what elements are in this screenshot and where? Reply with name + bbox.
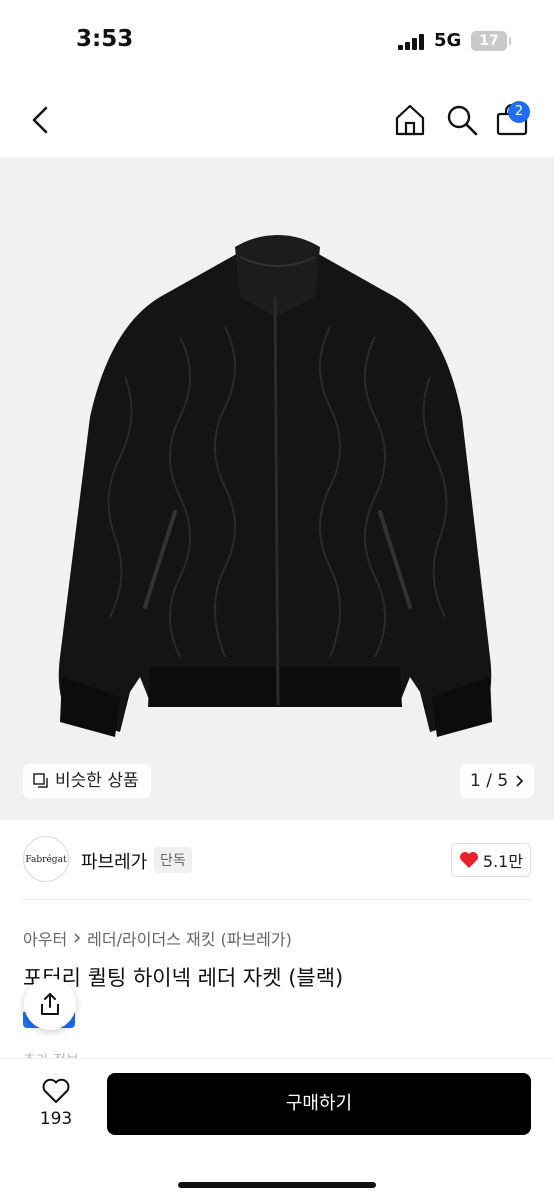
heart-outline-icon — [42, 1078, 70, 1103]
brand-row: Fabrégat 파브레가 단독 5.1만 — [0, 836, 554, 886]
similar-products-label: 비슷한 상품 — [55, 771, 139, 791]
product-image-gallery[interactable]: 비슷한 상품 1 / 5 — [0, 157, 554, 820]
cart-count-badge: 2 — [508, 101, 530, 123]
bottom-action-bar: 193 구매하기 — [0, 1058, 554, 1200]
breadcrumb-item[interactable]: 레더/라이더스 재킷 (파브레가) — [87, 926, 292, 950]
network-type: 5G — [434, 30, 462, 51]
back-icon[interactable] — [24, 102, 56, 138]
share-button[interactable] — [24, 978, 76, 1030]
product-image — [58, 235, 492, 737]
breadcrumb-item[interactable]: 아우터 — [23, 926, 67, 950]
heart-icon — [459, 852, 478, 868]
brand-name[interactable]: 파브레가 — [81, 848, 147, 874]
image-counter-text: 1 / 5 — [470, 771, 509, 791]
buy-button[interactable]: 구매하기 — [107, 1073, 531, 1135]
home-icon[interactable] — [392, 102, 428, 138]
product-title: 포터리 퀼팅 하이넥 레더 자켓 (블랙) — [23, 966, 344, 990]
brand-logo[interactable]: Fabrégat — [23, 836, 69, 882]
search-icon[interactable] — [444, 102, 480, 138]
share-icon — [41, 993, 59, 1015]
divider — [23, 899, 531, 900]
status-time: 3:53 — [76, 26, 134, 52]
similar-icon — [33, 773, 48, 788]
brand-like-button[interactable]: 5.1만 — [451, 843, 531, 877]
image-counter[interactable]: 1 / 5 — [460, 764, 535, 798]
exclusive-badge: 단독 — [154, 847, 192, 873]
status-bar: 3:53 5G 17 — [0, 0, 554, 80]
brand-like-count: 5.1만 — [482, 852, 524, 871]
top-nav — [0, 80, 554, 158]
battery-icon: 17 — [471, 31, 511, 51]
breadcrumb: 아우터 레더/라이더스 재킷 (파브레가) — [23, 926, 292, 950]
similar-products-button[interactable]: 비슷한 상품 — [23, 764, 151, 798]
signal-icon — [398, 34, 424, 50]
wishlist-count: 193 — [39, 1109, 73, 1129]
chevron-right-icon — [74, 933, 81, 943]
chevron-right-icon — [516, 775, 524, 787]
home-indicator — [178, 1182, 376, 1188]
